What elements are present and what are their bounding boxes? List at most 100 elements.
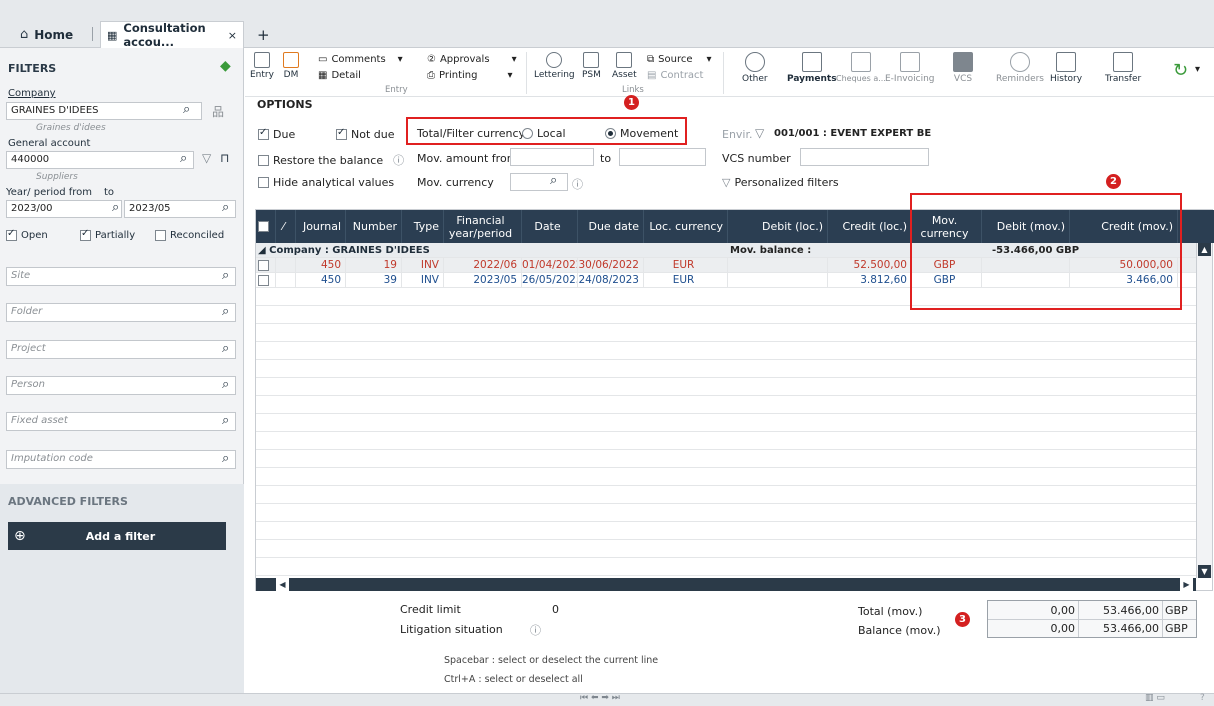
col-credit-loc[interactable]: Credit (loc.) bbox=[828, 210, 912, 243]
scroll-left-icon[interactable]: ◀ bbox=[276, 578, 289, 591]
lock-icon[interactable]: ⊓ bbox=[220, 151, 229, 165]
scroll-down-icon[interactable]: ▼ bbox=[1198, 565, 1211, 578]
vcs-button[interactable]: VCS bbox=[953, 52, 973, 84]
psm-button[interactable]: PSM bbox=[582, 52, 601, 80]
checkbox[interactable] bbox=[258, 274, 269, 286]
history-button[interactable]: History bbox=[1050, 52, 1082, 84]
transfer-button[interactable]: Transfer bbox=[1105, 52, 1141, 84]
personalized-filters-link[interactable]: ▽ Personalized filters bbox=[722, 176, 839, 189]
col-type[interactable]: Type bbox=[402, 210, 444, 243]
restore-checkbox[interactable]: Restore the balance ⓘ bbox=[258, 152, 404, 168]
layout-icon[interactable]: ▥ ▭ bbox=[1145, 693, 1165, 703]
checkbox[interactable] bbox=[258, 259, 269, 271]
col-debit-loc[interactable]: Debit (loc.) bbox=[728, 210, 828, 243]
col-due-date[interactable]: Due date bbox=[578, 210, 644, 243]
tab-consultation[interactable]: ▦ Consultation accou... × bbox=[100, 21, 244, 49]
record-navigation[interactable]: ⏮ ⬅ ➡ ⏭ bbox=[580, 693, 620, 703]
checkbox[interactable] bbox=[258, 221, 269, 232]
plus-circle-icon: ⊕ bbox=[14, 528, 26, 544]
dm-button[interactable]: DM bbox=[283, 52, 299, 80]
mov-amount-from-input[interactable] bbox=[510, 148, 594, 166]
refresh-icon[interactable]: ↻ bbox=[1173, 60, 1188, 81]
lettering-button[interactable]: Lettering bbox=[534, 52, 575, 80]
folder-input[interactable]: Folder bbox=[6, 303, 236, 322]
fixed-asset-input[interactable]: Fixed asset bbox=[6, 412, 236, 431]
comments-button[interactable]: ▭ Comments ▾ bbox=[318, 54, 403, 65]
filters-sidebar: FILTERS ◆ Company GRAINES D'IDEES ⌕ 品 Gr… bbox=[0, 48, 244, 694]
search-icon[interactable]: ⌕ bbox=[222, 268, 229, 283]
filter-icon[interactable]: ▽ bbox=[202, 151, 211, 165]
checkbox[interactable] bbox=[155, 230, 166, 241]
mov-amount-to-input[interactable] bbox=[619, 148, 706, 166]
checkbox[interactable] bbox=[258, 154, 269, 166]
partially-checkbox[interactable]: Partially bbox=[80, 228, 135, 241]
search-icon[interactable]: ⌕ bbox=[222, 451, 229, 466]
scroll-right-icon[interactable]: ▶ bbox=[1180, 578, 1193, 591]
callout-3: 3 bbox=[955, 612, 970, 627]
search-icon[interactable]: ⌕ bbox=[180, 151, 187, 166]
hierarchy-icon[interactable]: 品 bbox=[212, 103, 224, 120]
vcs-number-input[interactable] bbox=[800, 148, 929, 166]
search-icon[interactable]: ⌕ bbox=[550, 173, 557, 188]
add-filter-button[interactable]: ⊕ Add a filter bbox=[8, 522, 226, 550]
checkbox[interactable] bbox=[258, 177, 269, 188]
col-number[interactable]: Number bbox=[346, 210, 402, 243]
approvals-icon: ② bbox=[427, 54, 436, 65]
checkbox[interactable] bbox=[6, 228, 17, 241]
detail-button[interactable]: ▦ Detail bbox=[318, 70, 361, 81]
account-input[interactable]: 440000 bbox=[6, 151, 194, 169]
other-button[interactable]: Other bbox=[742, 52, 768, 84]
reconciled-checkbox[interactable]: Reconciled bbox=[155, 230, 224, 241]
einvoicing-button[interactable]: E-Invoicing bbox=[885, 52, 935, 84]
close-icon[interactable]: × bbox=[228, 29, 237, 42]
reminders-button[interactable]: Reminders bbox=[996, 52, 1044, 84]
person-input[interactable]: Person bbox=[6, 376, 236, 395]
row-checkbox[interactable] bbox=[256, 273, 276, 288]
search-icon[interactable]: ⌕ bbox=[112, 200, 119, 215]
col-journal[interactable]: Journal bbox=[296, 210, 346, 243]
vertical-scrollbar[interactable]: ▲ ▼ bbox=[1196, 243, 1212, 578]
eraser-icon[interactable]: ◆ bbox=[220, 58, 231, 74]
tab-home[interactable]: ⌂ Home bbox=[20, 21, 73, 48]
col-financial-period[interactable]: Financial year/period bbox=[444, 210, 522, 243]
mov-currency-input[interactable] bbox=[510, 173, 568, 191]
scroll-up-icon[interactable]: ▲ bbox=[1198, 243, 1211, 256]
company-input[interactable]: GRAINES D'IDEES bbox=[6, 102, 202, 120]
source-button[interactable]: ⧉ Source ▾ bbox=[647, 54, 712, 65]
search-icon[interactable]: ⌕ bbox=[222, 200, 229, 215]
col-loc-currency[interactable]: Loc. currency bbox=[644, 210, 728, 243]
approvals-button[interactable]: ② Approvals ▾ bbox=[427, 54, 517, 65]
contract-button[interactable]: ▤ Contract bbox=[647, 70, 703, 81]
search-icon[interactable]: ⌕ bbox=[222, 341, 229, 356]
checkbox[interactable] bbox=[258, 127, 269, 140]
row-checkbox[interactable] bbox=[256, 258, 276, 273]
select-all-checkbox[interactable] bbox=[256, 210, 276, 243]
site-input[interactable]: Site bbox=[6, 267, 236, 286]
chevron-down-icon[interactable]: ▾ bbox=[1195, 64, 1200, 75]
search-icon[interactable]: ⌕ bbox=[222, 413, 229, 428]
cheques-button[interactable]: Cheques a... bbox=[836, 52, 886, 83]
mov-currency-label: Mov. currency bbox=[417, 176, 494, 189]
period-to-input[interactable]: 2023/05 bbox=[124, 200, 236, 218]
imputation-input[interactable]: Imputation code bbox=[6, 450, 236, 469]
payments-button[interactable]: Payments bbox=[787, 52, 837, 84]
col-date[interactable]: Date bbox=[522, 210, 578, 243]
asset-button[interactable]: Asset bbox=[612, 52, 637, 80]
new-tab-button[interactable]: + bbox=[257, 21, 270, 48]
open-checkbox[interactable]: Open bbox=[6, 228, 48, 241]
horizontal-scrollbar[interactable]: ◀ ▶ bbox=[256, 578, 1196, 591]
checkbox[interactable] bbox=[336, 127, 347, 140]
period-from-input[interactable]: 2023/00 bbox=[6, 200, 122, 218]
search-icon[interactable]: ⌕ bbox=[222, 304, 229, 319]
search-icon[interactable]: ⌕ bbox=[222, 377, 229, 392]
checkbox[interactable] bbox=[80, 228, 91, 241]
entry-button[interactable]: Entry bbox=[250, 52, 274, 80]
search-icon[interactable]: ⌕ bbox=[183, 102, 190, 117]
hide-analytical-checkbox[interactable]: Hide analytical values bbox=[258, 176, 394, 189]
help-icon[interactable]: ? bbox=[1200, 693, 1205, 703]
due-checkbox[interactable]: Due bbox=[258, 127, 295, 141]
project-input[interactable]: Project bbox=[6, 340, 236, 359]
chevron-down-icon: ▾ bbox=[706, 54, 712, 65]
not-due-checkbox[interactable]: Not due bbox=[336, 127, 395, 141]
printing-button[interactable]: ⎙ Printing ▾ bbox=[427, 70, 513, 81]
